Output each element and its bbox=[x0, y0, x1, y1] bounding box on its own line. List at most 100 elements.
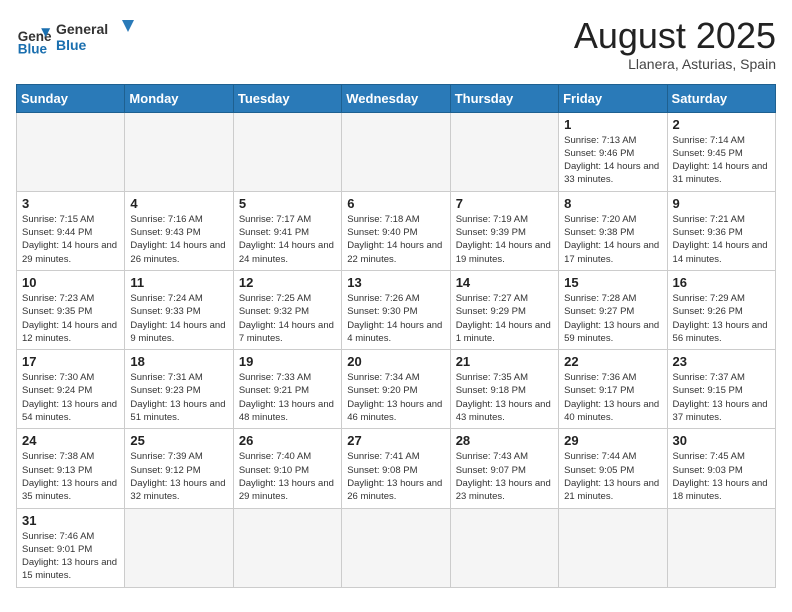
day-info: Sunrise: 7:24 AM Sunset: 9:33 PM Dayligh… bbox=[130, 292, 227, 345]
day-info: Sunrise: 7:41 AM Sunset: 9:08 PM Dayligh… bbox=[347, 450, 444, 503]
day-number: 25 bbox=[130, 433, 227, 448]
day-number: 30 bbox=[673, 433, 770, 448]
logo-svg: General Blue bbox=[56, 16, 136, 56]
calendar-cell: 24 Sunrise: 7:38 AM Sunset: 9:13 PM Dayli… bbox=[17, 429, 125, 508]
calendar-cell: 29Sunrise: 7:44 AM Sunset: 9:05 PM Dayli… bbox=[559, 429, 667, 508]
day-number: 3 bbox=[22, 196, 119, 211]
weekday-header-thursday: Thursday bbox=[450, 84, 558, 112]
svg-text:Blue: Blue bbox=[18, 41, 48, 56]
calendar-week-4: 17 Sunrise: 7:30 AM Sunset: 9:24 PM Dayli… bbox=[17, 350, 776, 429]
day-number: 10 bbox=[22, 275, 119, 290]
day-info: Sunrise: 7:16 AM Sunset: 9:43 PM Dayligh… bbox=[130, 213, 227, 266]
day-info: Sunrise: 7:45 AM Sunset: 9:03 PM Dayligh… bbox=[673, 450, 770, 503]
day-info: Sunrise: 7:19 AM Sunset: 9:39 PM Dayligh… bbox=[456, 213, 553, 266]
day-number: 5 bbox=[239, 196, 336, 211]
calendar-cell: 19 Sunrise: 7:33 AM Sunset: 9:21 PM Dayli… bbox=[233, 350, 341, 429]
calendar-cell: 4 Sunrise: 7:16 AM Sunset: 9:43 PM Daylig… bbox=[125, 191, 233, 270]
day-number: 7 bbox=[456, 196, 553, 211]
day-info: Sunrise: 7:40 AM Sunset: 9:10 PM Dayligh… bbox=[239, 450, 336, 503]
day-info: Sunrise: 7:36 AM Sunset: 9:17 PM Dayligh… bbox=[564, 371, 661, 424]
location-subtitle: Llanera, Asturias, Spain bbox=[574, 56, 776, 72]
calendar-cell bbox=[450, 508, 558, 587]
day-info: Sunrise: 7:33 AM Sunset: 9:21 PM Dayligh… bbox=[239, 371, 336, 424]
calendar-cell: 6Sunrise: 7:18 AM Sunset: 9:40 PM Daylig… bbox=[342, 191, 450, 270]
day-info: Sunrise: 7:39 AM Sunset: 9:12 PM Dayligh… bbox=[130, 450, 227, 503]
calendar-week-6: 31 Sunrise: 7:46 AM Sunset: 9:01 PM Dayli… bbox=[17, 508, 776, 587]
day-number: 19 bbox=[239, 354, 336, 369]
calendar-cell bbox=[342, 112, 450, 191]
day-info: Sunrise: 7:35 AM Sunset: 9:18 PM Dayligh… bbox=[456, 371, 553, 424]
day-number: 17 bbox=[22, 354, 119, 369]
logo: General Blue General Blue bbox=[16, 16, 136, 61]
day-info: Sunrise: 7:25 AM Sunset: 9:32 PM Dayligh… bbox=[239, 292, 336, 345]
day-number: 6 bbox=[347, 196, 444, 211]
calendar-week-5: 24 Sunrise: 7:38 AM Sunset: 9:13 PM Dayli… bbox=[17, 429, 776, 508]
calendar-cell bbox=[667, 508, 775, 587]
weekday-header-sunday: Sunday bbox=[17, 84, 125, 112]
day-number: 14 bbox=[456, 275, 553, 290]
day-info: Sunrise: 7:28 AM Sunset: 9:27 PM Dayligh… bbox=[564, 292, 661, 345]
day-number: 31 bbox=[22, 513, 119, 528]
calendar-cell: 10Sunrise: 7:23 AM Sunset: 9:35 PM Dayli… bbox=[17, 270, 125, 349]
title-area: August 2025 Llanera, Asturias, Spain bbox=[574, 16, 776, 72]
day-info: Sunrise: 7:15 AM Sunset: 9:44 PM Dayligh… bbox=[22, 213, 119, 266]
day-info: Sunrise: 7:17 AM Sunset: 9:41 PM Dayligh… bbox=[239, 213, 336, 266]
calendar-cell: 20 Sunrise: 7:34 AM Sunset: 9:20 PM Dayli… bbox=[342, 350, 450, 429]
day-number: 21 bbox=[456, 354, 553, 369]
calendar-cell bbox=[450, 112, 558, 191]
day-info: Sunrise: 7:14 AM Sunset: 9:45 PM Dayligh… bbox=[673, 134, 770, 187]
calendar-week-1: 1Sunrise: 7:13 AM Sunset: 9:46 PM Daylig… bbox=[17, 112, 776, 191]
calendar-cell: 11 Sunrise: 7:24 AM Sunset: 9:33 PM Dayli… bbox=[125, 270, 233, 349]
day-number: 27 bbox=[347, 433, 444, 448]
weekday-header-tuesday: Tuesday bbox=[233, 84, 341, 112]
calendar-week-2: 3 Sunrise: 7:15 AM Sunset: 9:44 PM Daylig… bbox=[17, 191, 776, 270]
calendar-cell bbox=[342, 508, 450, 587]
day-number: 11 bbox=[130, 275, 227, 290]
calendar-cell: 9Sunrise: 7:21 AM Sunset: 9:36 PM Daylig… bbox=[667, 191, 775, 270]
calendar-cell: 17 Sunrise: 7:30 AM Sunset: 9:24 PM Dayli… bbox=[17, 350, 125, 429]
day-info: Sunrise: 7:27 AM Sunset: 9:29 PM Dayligh… bbox=[456, 292, 553, 345]
weekday-header-row: SundayMondayTuesdayWednesdayThursdayFrid… bbox=[17, 84, 776, 112]
calendar-cell: 5 Sunrise: 7:17 AM Sunset: 9:41 PM Daylig… bbox=[233, 191, 341, 270]
calendar-cell: 28Sunrise: 7:43 AM Sunset: 9:07 PM Dayli… bbox=[450, 429, 558, 508]
day-info: Sunrise: 7:21 AM Sunset: 9:36 PM Dayligh… bbox=[673, 213, 770, 266]
calendar-cell bbox=[17, 112, 125, 191]
day-number: 20 bbox=[347, 354, 444, 369]
day-number: 18 bbox=[130, 354, 227, 369]
day-info: Sunrise: 7:38 AM Sunset: 9:13 PM Dayligh… bbox=[22, 450, 119, 503]
calendar-cell bbox=[125, 112, 233, 191]
day-number: 24 bbox=[22, 433, 119, 448]
day-info: Sunrise: 7:30 AM Sunset: 9:24 PM Dayligh… bbox=[22, 371, 119, 424]
day-number: 29 bbox=[564, 433, 661, 448]
calendar-cell: 21 Sunrise: 7:35 AM Sunset: 9:18 PM Dayli… bbox=[450, 350, 558, 429]
day-number: 4 bbox=[130, 196, 227, 211]
day-number: 12 bbox=[239, 275, 336, 290]
calendar-cell: 14 Sunrise: 7:27 AM Sunset: 9:29 PM Dayli… bbox=[450, 270, 558, 349]
calendar-cell: 7 Sunrise: 7:19 AM Sunset: 9:39 PM Daylig… bbox=[450, 191, 558, 270]
day-info: Sunrise: 7:29 AM Sunset: 9:26 PM Dayligh… bbox=[673, 292, 770, 345]
svg-text:General: General bbox=[56, 21, 108, 37]
calendar-cell bbox=[233, 112, 341, 191]
calendar-cell: 23Sunrise: 7:37 AM Sunset: 9:15 PM Dayli… bbox=[667, 350, 775, 429]
calendar-cell bbox=[559, 508, 667, 587]
svg-text:Blue: Blue bbox=[56, 37, 87, 53]
day-number: 15 bbox=[564, 275, 661, 290]
day-number: 28 bbox=[456, 433, 553, 448]
day-number: 16 bbox=[673, 275, 770, 290]
day-info: Sunrise: 7:34 AM Sunset: 9:20 PM Dayligh… bbox=[347, 371, 444, 424]
day-info: Sunrise: 7:31 AM Sunset: 9:23 PM Dayligh… bbox=[130, 371, 227, 424]
day-info: Sunrise: 7:20 AM Sunset: 9:38 PM Dayligh… bbox=[564, 213, 661, 266]
day-number: 22 bbox=[564, 354, 661, 369]
calendar-cell: 22 Sunrise: 7:36 AM Sunset: 9:17 PM Dayli… bbox=[559, 350, 667, 429]
calendar-cell: 3 Sunrise: 7:15 AM Sunset: 9:44 PM Daylig… bbox=[17, 191, 125, 270]
header: General Blue General Blue August 2025 Ll… bbox=[16, 16, 776, 72]
weekday-header-saturday: Saturday bbox=[667, 84, 775, 112]
calendar-cell: 2Sunrise: 7:14 AM Sunset: 9:45 PM Daylig… bbox=[667, 112, 775, 191]
day-info: Sunrise: 7:46 AM Sunset: 9:01 PM Dayligh… bbox=[22, 530, 119, 583]
day-info: Sunrise: 7:37 AM Sunset: 9:15 PM Dayligh… bbox=[673, 371, 770, 424]
calendar-cell: 13Sunrise: 7:26 AM Sunset: 9:30 PM Dayli… bbox=[342, 270, 450, 349]
calendar-cell: 27 Sunrise: 7:41 AM Sunset: 9:08 PM Dayli… bbox=[342, 429, 450, 508]
weekday-header-monday: Monday bbox=[125, 84, 233, 112]
day-number: 8 bbox=[564, 196, 661, 211]
calendar-cell: 12 Sunrise: 7:25 AM Sunset: 9:32 PM Dayli… bbox=[233, 270, 341, 349]
